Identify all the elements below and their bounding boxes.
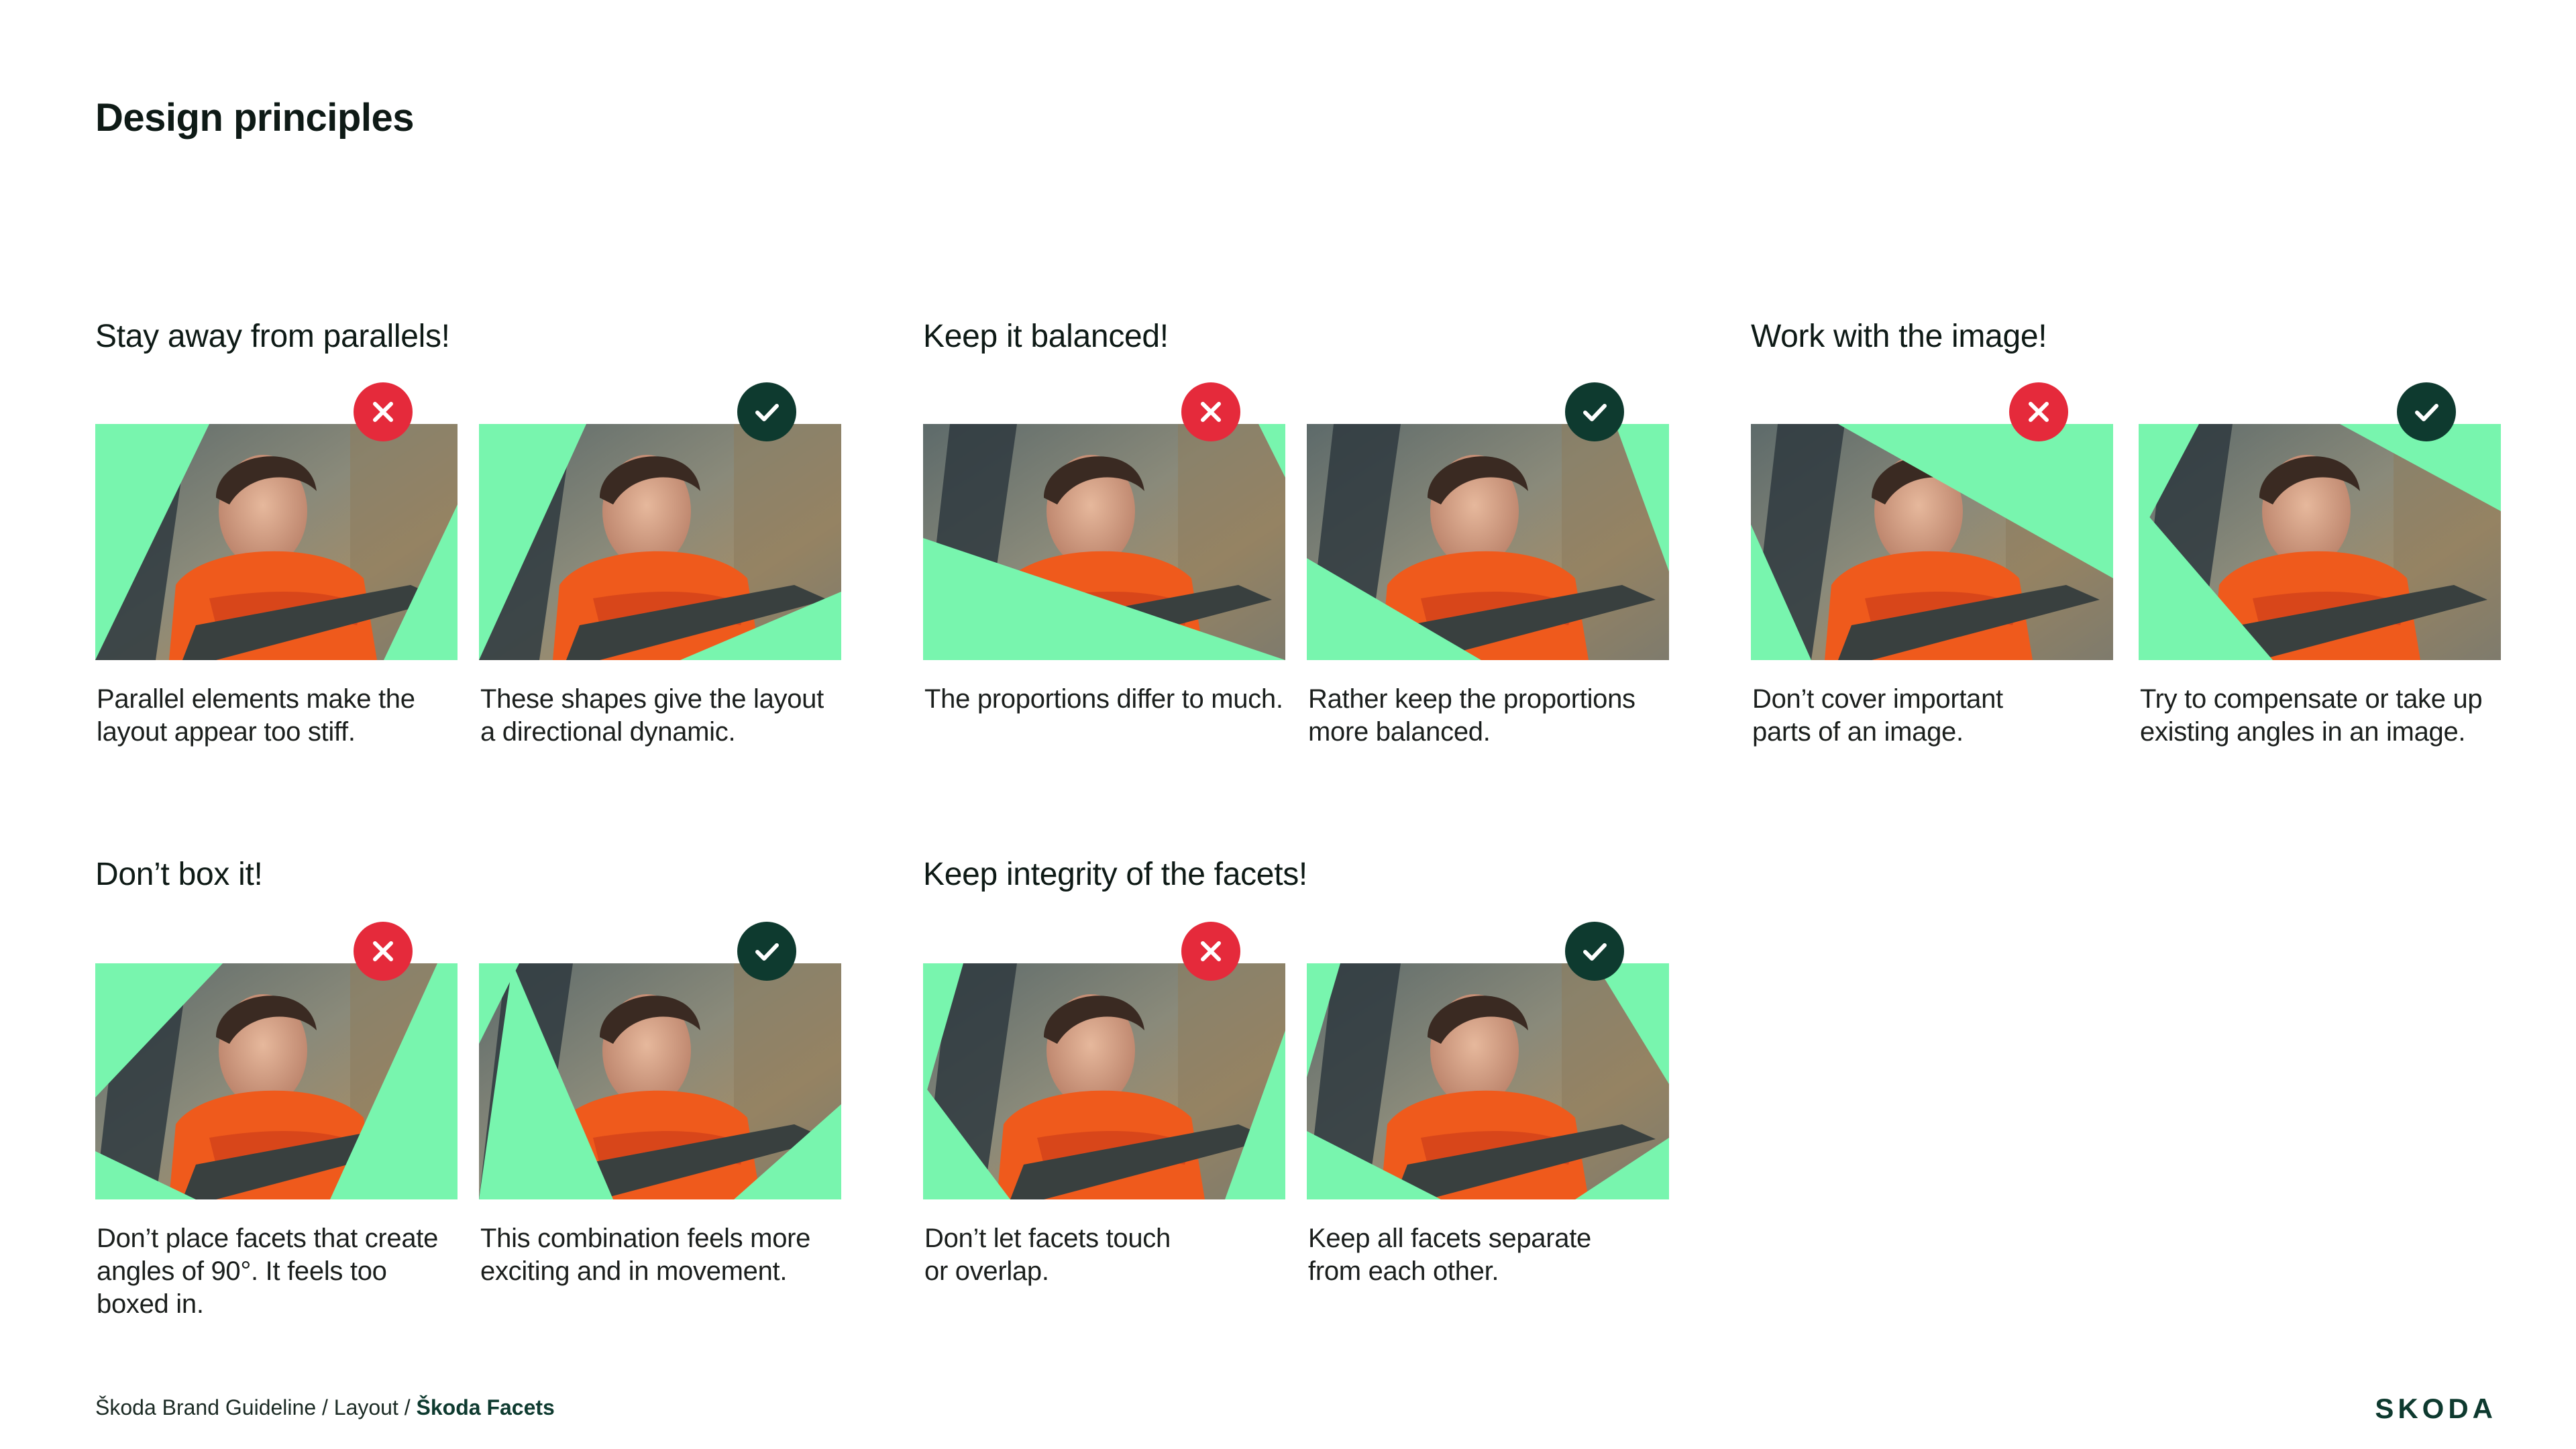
breadcrumb-current: Škoda Facets bbox=[416, 1395, 555, 1419]
example-caption: These shapes give the layout a directiona… bbox=[480, 683, 856, 749]
caption-line: angles of 90°. It feels too bbox=[97, 1256, 387, 1286]
caption-line: Don’t cover important bbox=[1752, 684, 2003, 714]
example-photo bbox=[479, 424, 841, 660]
dont-badge bbox=[1181, 922, 1240, 981]
example-caption: Try to compensate or take up existing ang… bbox=[2140, 683, 2516, 749]
cross-icon bbox=[2029, 402, 2049, 422]
example-caption: Don’t let facets touch or overlap. bbox=[924, 1222, 1300, 1288]
example-card-good bbox=[1307, 963, 1669, 1199]
example-photo bbox=[95, 424, 458, 660]
caption-line: exciting and in movement. bbox=[480, 1256, 788, 1286]
example-caption: Don’t place facets that create angles of … bbox=[97, 1222, 472, 1321]
caption-line: a directional dynamic. bbox=[480, 717, 736, 747]
example-caption: Parallel elements make the layout appear … bbox=[97, 683, 472, 749]
example-caption: Don’t cover important parts of an image. bbox=[1752, 683, 2128, 749]
example-card-bad bbox=[95, 424, 458, 660]
caption-line: Parallel elements make the bbox=[97, 684, 415, 714]
example-photo bbox=[923, 424, 1285, 660]
example-card-good bbox=[479, 424, 841, 660]
example-card-good bbox=[2139, 424, 2501, 660]
check-icon bbox=[755, 404, 779, 421]
example-photo bbox=[2139, 424, 2501, 660]
skoda-logo: SKODA bbox=[2375, 1393, 2497, 1424]
example-card-bad bbox=[923, 424, 1285, 660]
example-photo bbox=[95, 963, 458, 1199]
check-icon bbox=[755, 943, 779, 961]
do-badge bbox=[1565, 382, 1624, 441]
section-title-box: Don’t box it! bbox=[95, 857, 263, 892]
cross-icon bbox=[1201, 402, 1221, 422]
caption-line: boxed in. bbox=[97, 1289, 204, 1319]
example-photo bbox=[1751, 424, 2113, 660]
cross-icon bbox=[1201, 941, 1221, 961]
cross-icon bbox=[373, 402, 393, 422]
dont-badge bbox=[354, 382, 413, 441]
caption-line: layout appear too stiff. bbox=[97, 717, 356, 747]
dont-badge bbox=[354, 922, 413, 981]
example-photo bbox=[1307, 424, 1669, 660]
check-icon bbox=[2415, 404, 2438, 421]
example-card-good bbox=[1307, 424, 1669, 660]
breadcrumb: Škoda Brand Guideline / Layout / Škoda F… bbox=[95, 1395, 555, 1420]
caption-line: existing angles in an image. bbox=[2140, 717, 2466, 747]
section-title-parallels: Stay away from parallels! bbox=[95, 319, 450, 354]
caption-line: parts of an image. bbox=[1752, 717, 1964, 747]
example-photo bbox=[1307, 963, 1669, 1199]
section-title-image: Work with the image! bbox=[1751, 319, 2047, 354]
example-caption: Keep all facets separate from each other. bbox=[1308, 1222, 1684, 1288]
do-badge bbox=[1565, 922, 1624, 981]
example-caption: Rather keep the proportions more balanced… bbox=[1308, 683, 1684, 749]
caption-line: This combination feels more bbox=[480, 1224, 811, 1253]
section-title-integrity: Keep integrity of the facets! bbox=[923, 857, 1307, 892]
dont-badge bbox=[1181, 382, 1240, 441]
example-caption: This combination feels more exciting and … bbox=[480, 1222, 856, 1288]
section-title-balanced: Keep it balanced! bbox=[923, 319, 1169, 354]
page-title: Design principles bbox=[95, 96, 414, 140]
cross-icon bbox=[373, 941, 393, 961]
caption-line: from each other. bbox=[1308, 1256, 1499, 1286]
example-card-bad bbox=[95, 963, 458, 1199]
do-badge bbox=[2397, 382, 2456, 441]
caption-line: Don’t place facets that create bbox=[97, 1224, 439, 1253]
breadcrumb-path: Škoda Brand Guideline / Layout / bbox=[95, 1395, 417, 1419]
do-badge bbox=[737, 382, 796, 441]
example-photo bbox=[479, 963, 841, 1199]
caption-line: Rather keep the proportions bbox=[1308, 684, 1635, 714]
caption-line: or overlap. bbox=[924, 1256, 1049, 1286]
caption-line: Don’t let facets touch bbox=[924, 1224, 1171, 1253]
example-card-good bbox=[479, 963, 841, 1199]
caption-line: These shapes give the layout bbox=[480, 684, 824, 714]
example-card-bad bbox=[923, 963, 1285, 1199]
example-card-bad bbox=[1751, 424, 2113, 660]
example-caption: The proportions differ to much. bbox=[924, 683, 1300, 716]
example-photo bbox=[923, 963, 1285, 1199]
caption-line: Keep all facets separate bbox=[1308, 1224, 1591, 1253]
check-icon bbox=[1583, 943, 1607, 961]
dont-badge bbox=[2009, 382, 2068, 441]
caption-line: Try to compensate or take up bbox=[2140, 684, 2483, 714]
caption-line: more balanced. bbox=[1308, 717, 1491, 747]
do-badge bbox=[737, 922, 796, 981]
caption-line: The proportions differ to much. bbox=[924, 684, 1283, 714]
check-icon bbox=[1583, 404, 1607, 421]
